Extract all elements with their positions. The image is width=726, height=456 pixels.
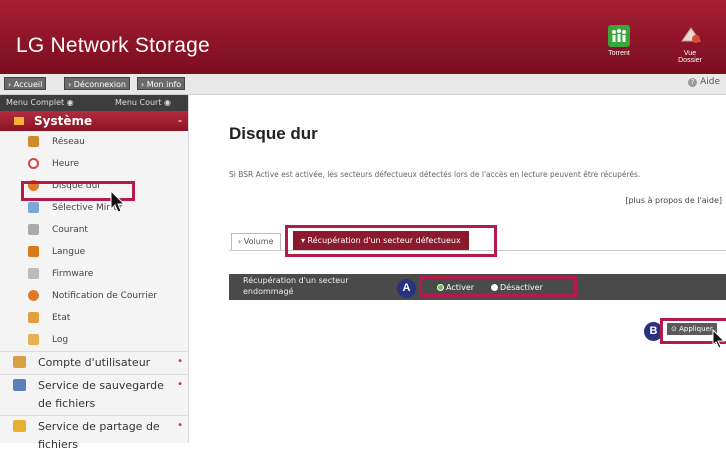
system-section-label: Système (34, 114, 93, 128)
top-nav-bar: › Accueil › Déconnexion › Mon info ? Aide (0, 74, 726, 95)
sidebar-group-user-account[interactable]: Compte d'utilisateur • (0, 351, 188, 374)
marker-a: A (397, 279, 416, 298)
sidebar-item-label: Etat (52, 313, 71, 323)
help-icon: ? (688, 78, 698, 87)
folder-view-button[interactable]: Vue Dossier (673, 25, 707, 64)
sidebar: Menu Complet ◉ Menu Court ◉ Système – Ré… (0, 95, 189, 451)
sidebar-group-label: Service de sauvegarde de fichiers (38, 379, 164, 410)
radio-deactivate-label: Désactiver (500, 283, 543, 292)
folder-view-label: Vue Dossier (678, 50, 702, 64)
clock-icon (28, 158, 39, 169)
sidebar-item-label: Réseau (52, 137, 85, 147)
folder-view-icon (679, 25, 701, 47)
mouse-cursor-icon (110, 190, 126, 213)
menu-full-toggle[interactable]: Menu Complet ◉ (6, 95, 74, 111)
sidebar-item-status[interactable]: Etat (0, 307, 188, 329)
sidebar-item-mail-notification[interactable]: Notification de Courrier (0, 285, 188, 307)
expand-icon: • (177, 420, 183, 431)
expand-icon: • (177, 356, 183, 367)
page-title: Disque dur (229, 124, 318, 143)
tab-volume[interactable]: › Volume (231, 233, 281, 251)
radio-activate[interactable]: Activer (437, 283, 474, 293)
power-icon (28, 224, 39, 235)
system-section-header[interactable]: Système – (0, 111, 188, 131)
sidebar-item-time[interactable]: Heure (0, 153, 188, 175)
torrent-button[interactable]: Torrent (602, 25, 636, 57)
help-label: Aide (700, 77, 720, 87)
app-header: LG Network Storage Torrent Vue Dossier (0, 0, 726, 74)
menu-mode-bar: Menu Complet ◉ Menu Court ◉ (0, 95, 188, 111)
home-button[interactable]: › Accueil (4, 77, 47, 90)
sidebar-item-language[interactable]: Langue (0, 241, 188, 263)
firmware-icon (28, 268, 39, 279)
mirror-icon (28, 202, 39, 213)
sidebar-item-label: Heure (52, 159, 80, 169)
sidebar-item-label: Firmware (52, 269, 94, 279)
apply-button[interactable]: ⊙ Appliquer (667, 323, 717, 335)
more-help-link[interactable]: [plus à propos de l'aide] (625, 196, 722, 205)
radio-unselected-icon (491, 284, 498, 291)
share-icon (13, 420, 26, 432)
sidebar-item-power[interactable]: Courant (0, 219, 188, 241)
torrent-label: Torrent (608, 50, 630, 57)
sidebar-item-label: Courant (52, 225, 88, 235)
highlight-tab (285, 225, 497, 257)
sidebar-item-label: Notification de Courrier (52, 291, 158, 301)
sidebar-group-backup[interactable]: Service de sauvegarde de fichiers • (0, 374, 188, 415)
page-description: Si BSR Active est activée, les secteurs … (229, 170, 641, 179)
sidebar-item-firmware[interactable]: Firmware (0, 263, 188, 285)
sidebar-item-network[interactable]: Réseau (0, 131, 188, 153)
status-icon (28, 312, 39, 323)
network-icon (28, 136, 39, 147)
torrent-icon (608, 25, 630, 47)
setting-label: Récupération d'un secteur endommagé (243, 276, 349, 296)
my-info-button[interactable]: › Mon info (137, 77, 186, 90)
system-icon (14, 117, 24, 125)
brand-title: LG Network Storage (16, 34, 210, 57)
mail-notification-icon (28, 290, 39, 301)
sidebar-group-label: Service de partage de fichiers (38, 420, 160, 451)
radio-selected-icon (437, 284, 444, 291)
logout-button[interactable]: › Déconnexion (64, 77, 130, 90)
sidebar-item-label: Log (52, 335, 69, 345)
menu-short-toggle[interactable]: Menu Court ◉ (115, 95, 171, 111)
collapse-icon: – (178, 116, 182, 125)
sidebar-group-share[interactable]: Service de partage de fichiers • (0, 415, 188, 456)
radio-deactivate[interactable]: Désactiver (491, 283, 543, 293)
help-link[interactable]: ? Aide (688, 77, 720, 87)
sidebar-group-label: Compte d'utilisateur (38, 356, 151, 369)
backup-icon (13, 379, 26, 391)
language-icon (28, 246, 39, 257)
expand-icon: • (177, 379, 183, 390)
log-icon (28, 334, 39, 345)
sidebar-item-log[interactable]: Log (0, 329, 188, 351)
radio-activate-label: Activer (446, 283, 475, 292)
user-account-icon (13, 356, 26, 368)
mouse-cursor-icon (712, 329, 726, 349)
sidebar-item-label: Langue (52, 247, 86, 257)
